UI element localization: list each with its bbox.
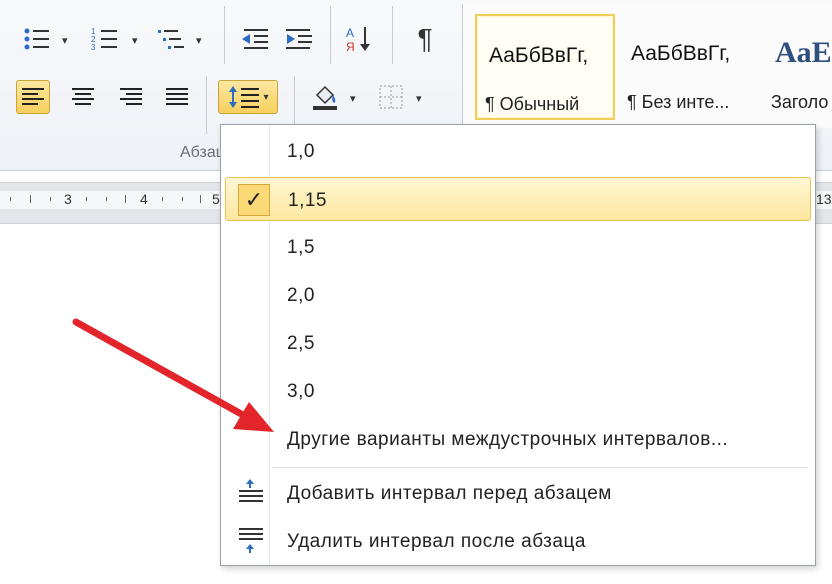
- red-arrow-annotation: [72, 318, 274, 432]
